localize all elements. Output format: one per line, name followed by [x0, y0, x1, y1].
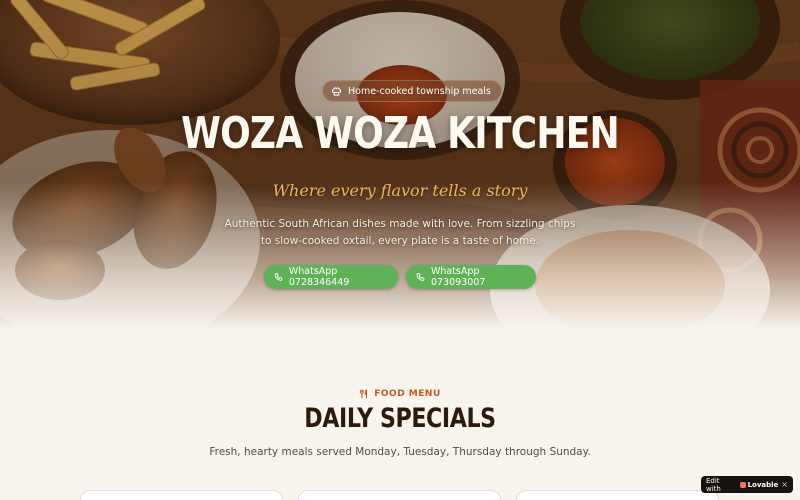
hero-section: Home-cooked township meals WOZA WOZA KIT… — [0, 0, 800, 330]
lovable-brand: Lovable — [739, 480, 779, 489]
lovable-brand-label: Lovable — [747, 480, 779, 489]
close-icon[interactable]: × — [781, 480, 788, 489]
hero-badge-label: Home-cooked township meals — [348, 85, 491, 97]
utensils-icon — [360, 389, 368, 399]
phone-icon — [274, 273, 283, 281]
hero-tagline: Where every flavor tells a story — [272, 181, 528, 200]
phone-icon — [416, 273, 425, 281]
menu-card[interactable] — [80, 490, 283, 500]
whatsapp-button-1-label: WhatsApp 0728346449 — [288, 266, 350, 288]
menu-card[interactable] — [298, 490, 501, 500]
hero-badge: Home-cooked township meals — [322, 80, 502, 102]
hero-overlay — [0, 0, 800, 330]
lovable-edit-label: Edit with — [706, 476, 721, 493]
chef-hat-icon — [331, 86, 342, 96]
whatsapp-button-2[interactable]: WhatsApp 073093007 — [406, 265, 536, 289]
menu-title: DAILY SPECIALS — [304, 403, 496, 434]
hero-title: WOZA WOZA KITCHEN — [181, 108, 620, 159]
whatsapp-button-1[interactable]: WhatsApp 0728346449 — [264, 265, 398, 289]
hero-description: Authentic South African dishes made with… — [224, 218, 576, 247]
menu-kicker: FOOD MENU — [0, 389, 800, 399]
whatsapp-button-2-label: WhatsApp 073093007 — [430, 266, 486, 288]
lovable-logo-icon — [739, 481, 746, 488]
menu-card[interactable] — [516, 490, 719, 500]
lovable-edit-badge[interactable]: Edit with Lovable × — [701, 476, 793, 493]
menu-description: Fresh, hearty meals served Monday, Tuesd… — [209, 446, 591, 458]
menu-kicker-label: FOOD MENU — [374, 389, 441, 399]
